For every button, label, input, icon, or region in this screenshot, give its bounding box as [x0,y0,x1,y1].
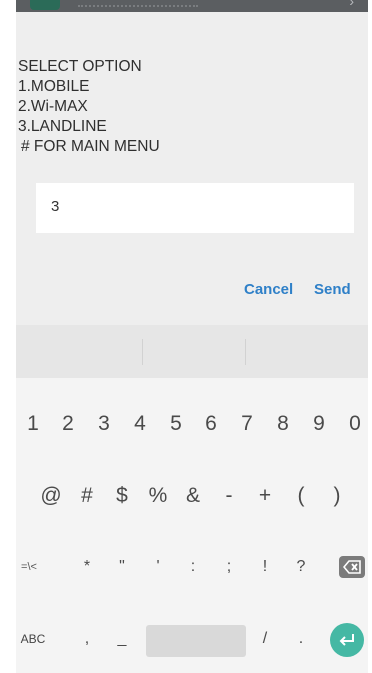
key-hash[interactable]: # [81,484,93,508]
key-slash[interactable]: / [263,630,267,648]
screen-edge-right [368,0,372,673]
message-line: # FOR MAIN MENU [21,138,160,155]
key-exclamation[interactable]: ! [263,558,267,576]
dialog-message: SELECT OPTION 1.MOBILE 2.Wi-MAX 3.LANDLI… [18,57,348,157]
abc-key[interactable]: ABC [21,632,46,646]
key-open-paren[interactable]: ( [298,484,305,508]
key-asterisk[interactable]: * [84,558,90,576]
backspace-icon [343,560,361,574]
background-app-strip: › [16,0,368,12]
key-plus[interactable]: + [259,484,271,508]
key-3[interactable]: 3 [98,412,110,436]
ussd-screen: › SELECT OPTION 1.MOBILE 2.Wi-MAX 3.LAND… [0,0,372,673]
key-double-quote[interactable]: " [119,558,125,576]
key-1[interactable]: 1 [27,412,39,436]
keyboard: 1 2 3 4 5 6 7 8 9 0 @ # $ % & - + ( ) =\… [16,325,368,673]
app-icon [30,0,60,10]
key-minus[interactable]: - [226,484,233,508]
key-single-quote[interactable]: ' [156,558,159,576]
message-line: 2.Wi-MAX [18,98,88,115]
key-percent[interactable]: % [149,484,168,508]
app-text-fragment [78,0,198,7]
key-0[interactable]: 0 [349,412,361,436]
backspace-key[interactable] [339,556,365,578]
response-input[interactable]: 3 [36,183,354,233]
screen-edge-left [0,0,16,673]
key-ampersand[interactable]: & [186,484,200,508]
send-button[interactable]: Send [314,281,351,298]
key-question[interactable]: ? [297,558,306,576]
suggestion-bar [16,325,368,378]
key-4[interactable]: 4 [134,412,146,436]
space-bar[interactable] [146,625,246,657]
key-semicolon[interactable]: ; [227,558,231,576]
key-close-paren[interactable]: ) [334,484,341,508]
suggestion-divider [142,339,143,365]
key-more-symbols[interactable]: =\< [21,561,37,573]
input-value: 3 [51,198,60,215]
key-9[interactable]: 9 [313,412,325,436]
key-comma[interactable]: , [85,630,89,648]
message-line: 1.MOBILE [18,78,90,95]
key-5[interactable]: 5 [170,412,182,436]
key-underscore[interactable]: _ [118,630,127,648]
key-colon[interactable]: : [191,558,195,576]
key-2[interactable]: 2 [62,412,74,436]
key-6[interactable]: 6 [205,412,217,436]
key-dollar[interactable]: $ [116,484,128,508]
key-period[interactable]: . [299,630,303,648]
enter-key[interactable] [330,623,364,657]
suggestion-divider [245,339,246,365]
chevron-right-icon: › [349,0,354,9]
key-at[interactable]: @ [40,484,61,508]
key-8[interactable]: 8 [277,412,289,436]
ussd-dialog: SELECT OPTION 1.MOBILE 2.Wi-MAX 3.LANDLI… [16,12,368,325]
message-line: 3.LANDLINE [18,118,107,135]
message-line: SELECT OPTION [18,58,142,75]
key-7[interactable]: 7 [241,412,253,436]
cancel-button[interactable]: Cancel [244,281,293,298]
enter-icon [339,634,354,646]
